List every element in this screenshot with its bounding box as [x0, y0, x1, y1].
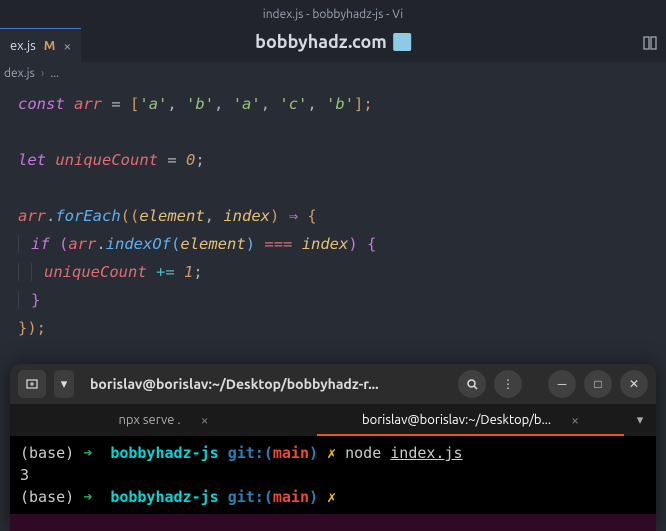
terminal-tab-label: npx serve .: [118, 413, 180, 427]
close-icon[interactable]: ×: [63, 38, 71, 54]
terminal-line: (base) ➜ bobbyhadz-js git:(main) ✗: [20, 486, 646, 508]
close-icon[interactable]: ×: [571, 412, 579, 428]
code-line: let uniqueCount = 0;: [18, 146, 666, 174]
breadcrumb-ellipsis: ...: [50, 67, 59, 80]
new-tab-button[interactable]: [18, 370, 46, 398]
terminal-body[interactable]: (base) ➜ bobbyhadz-js git:(main) ✗ node …: [10, 436, 656, 514]
terminal-tabs: npx serve . × borislav@borislav:~/Deskto…: [10, 404, 656, 436]
terminal-titlebar: ▾ borislav@borislav:~/Desktop/bobbyhadz-…: [10, 364, 656, 404]
code-line: const arr = ['a', 'b', 'a', 'c', 'b'];: [18, 90, 666, 118]
editor-tabs: ex.js M × bobbyhadz.com: [0, 28, 666, 62]
chevron-down-icon[interactable]: ▾: [624, 404, 656, 436]
breadcrumb-file: dex.js: [4, 67, 35, 80]
terminal-window: ▾ borislav@borislav:~/Desktop/bobbyhadz-…: [10, 364, 656, 531]
code-line: [18, 174, 666, 202]
terminal-tab-label: borislav@borislav:~/Desktop/b...: [362, 413, 551, 427]
editor-tab-indexjs[interactable]: ex.js M ×: [0, 28, 81, 62]
window-title: index.js - bobbyhadz-js - Vi: [263, 8, 403, 21]
terminal-tab-serve[interactable]: npx serve . ×: [10, 404, 317, 436]
close-button[interactable]: ✕: [620, 370, 648, 398]
chevron-right-icon: ›: [41, 67, 44, 80]
menu-icon[interactable]: ⋮: [494, 370, 522, 398]
tab-filename: ex.js: [10, 39, 36, 53]
terminal-output: 3: [20, 464, 646, 486]
dropdown-button[interactable]: ▾: [54, 370, 74, 398]
breadcrumb[interactable]: dex.js › ...: [0, 62, 666, 84]
more-icon[interactable]: [642, 35, 658, 55]
code-line: arr.forEach((element, index) ⇒ {: [18, 202, 666, 230]
terminal-line: (base) ➜ bobbyhadz-js git:(main) ✗ node …: [20, 442, 646, 464]
minimize-button[interactable]: ─: [548, 370, 576, 398]
maximize-button[interactable]: □: [584, 370, 612, 398]
code-line: uniqueCount += 1;: [18, 258, 666, 286]
watermark: bobbyhadz.com: [255, 32, 411, 52]
search-icon[interactable]: [458, 370, 486, 398]
terminal-tab-shell[interactable]: borislav@borislav:~/Desktop/b... ×: [317, 404, 624, 436]
terminal-title: borislav@borislav:~/Desktop/bobbyhadz-r.…: [82, 376, 450, 392]
code-line: [18, 118, 666, 146]
cube-icon: [393, 33, 411, 51]
code-editor[interactable]: const arr = ['a', 'b', 'a', 'c', 'b']; l…: [0, 84, 666, 398]
watermark-text: bobbyhadz.com: [255, 32, 387, 52]
code-line: }: [18, 286, 666, 314]
tab-modified-indicator: M: [44, 39, 56, 53]
window-titlebar: index.js - bobbyhadz-js - Vi: [0, 0, 666, 28]
code-line: if (arr.indexOf(element) === index) {: [18, 230, 666, 258]
close-icon[interactable]: ×: [201, 412, 209, 428]
code-line: });: [18, 314, 666, 342]
